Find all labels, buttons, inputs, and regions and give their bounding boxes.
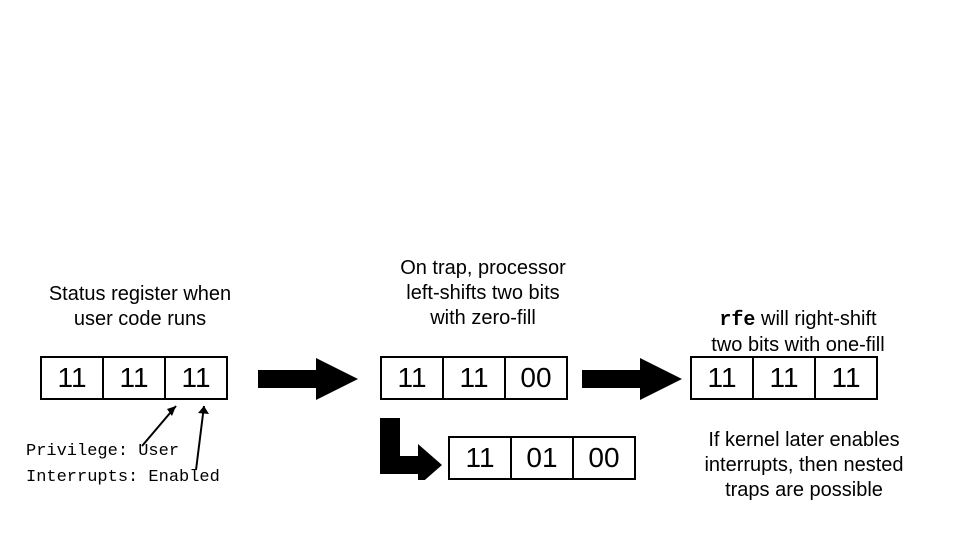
annotation-privilege: Privilege: User <box>26 442 179 461</box>
reg4-cell-1: 01 <box>510 436 574 480</box>
caption-nested: If kernel later enables interrupts, then… <box>694 428 914 503</box>
reg3-cell-1: 11 <box>752 356 816 400</box>
reg3-cell-2: 11 <box>814 356 878 400</box>
pointer-interrupts <box>190 398 220 472</box>
arrow-nested <box>378 418 442 480</box>
reg4-cell-2: 00 <box>572 436 636 480</box>
reg2-cell-2: 00 <box>504 356 568 400</box>
register-after-rfe: 11 11 11 <box>690 356 878 400</box>
pointer-privilege <box>138 398 188 448</box>
caption-right: rfe will right-shift two bits with one-f… <box>688 282 908 358</box>
reg3-cell-0: 11 <box>690 356 754 400</box>
reg2-cell-1: 11 <box>442 356 506 400</box>
caption-middle: On trap, processor left-shifts two bits … <box>378 256 588 331</box>
reg2-cell-0: 11 <box>380 356 444 400</box>
reg1-cell-2: 11 <box>164 356 228 400</box>
register-after-trap: 11 11 00 <box>380 356 568 400</box>
reg4-cell-0: 11 <box>448 436 512 480</box>
register-user-state: 11 11 11 <box>40 356 228 400</box>
register-nested-trap: 11 01 00 <box>448 436 636 480</box>
annotation-interrupts: Interrupts: Enabled <box>26 468 220 487</box>
arrow-rfe <box>582 358 682 400</box>
caption-left: Status register when user code runs <box>40 282 240 332</box>
reg1-cell-0: 11 <box>40 356 104 400</box>
rfe-keyword: rfe <box>719 309 755 332</box>
reg1-cell-1: 11 <box>102 356 166 400</box>
arrow-trap <box>258 358 358 400</box>
